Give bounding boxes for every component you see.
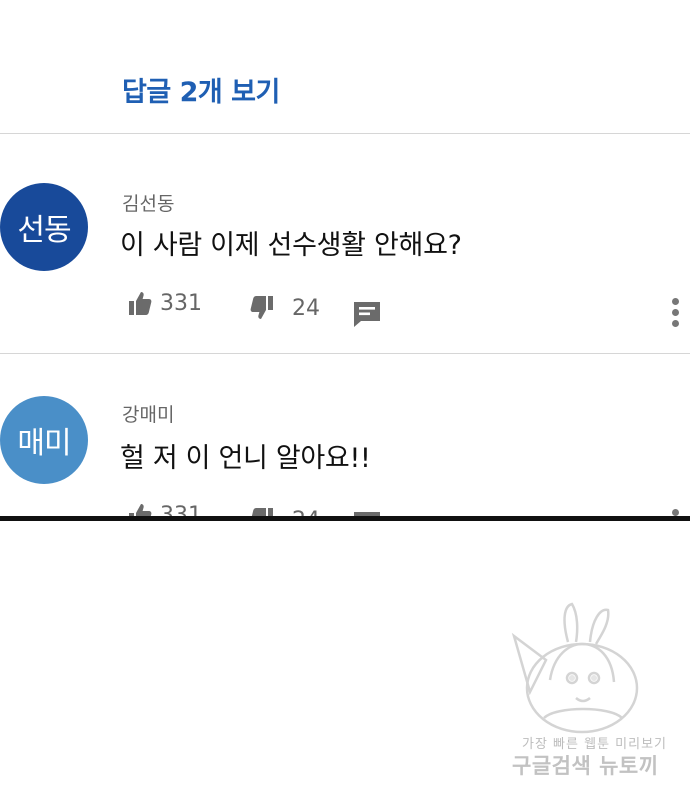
more-options-button[interactable] [666,298,684,327]
watermark-title: 구글검색 뉴토끼 [512,754,659,778]
comment-icon [353,300,381,328]
watermark: 가장 빠른 웹툰 미리보기 구글검색 뉴토끼 [500,600,680,790]
reply-button[interactable] [353,300,381,328]
dislike-count: 24 [292,295,320,321]
thumb-down-icon [250,295,274,321]
dislike-button[interactable]: 24 [250,295,320,321]
comment-item: 매미 강매미 헐 저 이 언니 알아요!! 331 24 [0,354,690,516]
avatar[interactable]: 선동 [0,183,88,271]
more-vertical-icon [671,298,679,305]
like-button[interactable]: 331 [128,290,202,316]
like-count: 331 [160,502,202,517]
comment-text: 헐 저 이 언니 알아요!! [120,443,371,474]
comment-item: 선동 김선동 이 사람 이제 선수생활 안해요? 331 24 [0,135,690,355]
thumb-up-icon [128,502,152,516]
more-options-button[interactable] [666,509,684,516]
thumb-up-icon [128,290,152,316]
comment-text: 이 사람 이제 선수생활 안해요? [120,230,462,261]
more-vertical-icon [671,509,679,516]
comment-list: 선동 김선동 이 사람 이제 선수생활 안해요? 331 24 매미 강매미 헐 [0,0,690,516]
panel-border [0,516,690,521]
comment-author: 김선동 [122,193,175,215]
mascot-logo-icon [511,602,639,734]
avatar[interactable]: 매미 [0,396,88,484]
comment-author: 강매미 [122,404,175,426]
thumb-down-icon [250,507,274,516]
like-count: 331 [160,290,202,316]
like-button[interactable]: 331 [128,502,202,516]
dislike-button[interactable]: 24 [250,507,320,516]
dislike-count: 24 [292,508,320,517]
